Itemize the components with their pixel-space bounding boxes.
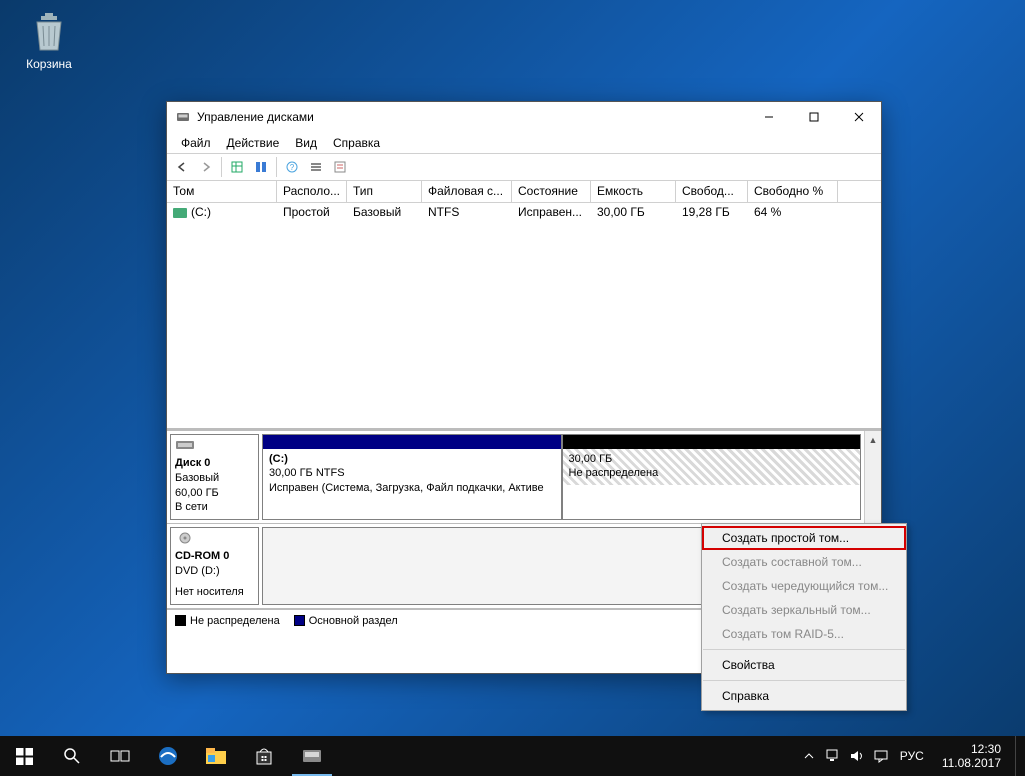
toolbar-list-icon[interactable] <box>305 156 327 178</box>
disk-size: 60,00 ГБ <box>175 486 254 501</box>
recycle-bin-icon <box>27 10 71 54</box>
start-button[interactable] <box>0 736 48 776</box>
disk-name: CD-ROM 0 <box>175 549 254 564</box>
volume-icon <box>173 208 187 218</box>
col-type[interactable]: Тип <box>347 181 422 202</box>
show-desktop-button[interactable] <box>1015 736 1021 776</box>
toolbar-views-icon[interactable] <box>226 156 248 178</box>
menu-bar: Файл Действие Вид Справка <box>167 132 881 153</box>
partition-unallocated[interactable]: 30,00 ГБ Не распределена <box>562 434 862 520</box>
forward-button[interactable] <box>195 156 217 178</box>
toolbar: ? <box>167 153 881 181</box>
column-headers: Том Располо... Тип Файловая с... Состоян… <box>167 181 881 203</box>
close-button[interactable] <box>836 103 881 132</box>
col-status[interactable]: Состояние <box>512 181 591 202</box>
partition-primary[interactable]: (C:) 30,00 ГБ NTFS Исправен (Система, За… <box>262 434 562 520</box>
tray-notifications-icon[interactable] <box>872 736 890 776</box>
maximize-button[interactable] <box>791 103 836 132</box>
cell-freepct: 64 % <box>748 205 838 219</box>
col-freepct[interactable]: Свободно % <box>748 181 838 202</box>
part-size: 30,00 ГБ NTFS <box>269 466 555 480</box>
tray-volume-icon[interactable] <box>848 736 866 776</box>
disk-row-0: Диск 0 Базовый 60,00 ГБ В сети (C:) 30,0… <box>167 431 864 524</box>
disk-info[interactable]: CD-ROM 0 DVD (D:) Нет носителя <box>170 527 259 604</box>
tray-chevron-up-icon[interactable] <box>800 736 818 776</box>
system-tray: РУС 12:30 11.08.2017 <box>800 736 1025 776</box>
part-label: (C:) <box>269 452 555 466</box>
menu-separator <box>703 649 905 650</box>
scroll-up-icon[interactable]: ▲ <box>865 431 881 448</box>
taskbar-store[interactable] <box>240 736 288 776</box>
tray-clock[interactable]: 12:30 11.08.2017 <box>934 742 1009 771</box>
volume-list: Том Располо... Тип Файловая с... Состоян… <box>167 181 881 428</box>
col-free[interactable]: Свобод... <box>676 181 748 202</box>
clock-time: 12:30 <box>942 742 1001 756</box>
volume-row[interactable]: (C:) Простой Базовый NTFS Исправен... 30… <box>167 203 881 221</box>
disk-icon <box>175 439 195 451</box>
disk-kind: DVD (D:) <box>175 564 254 579</box>
toolbar-help-icon[interactable]: ? <box>281 156 303 178</box>
svg-text:?: ? <box>290 163 295 172</box>
cell-status: Исправен... <box>512 205 591 219</box>
legend-primary: Основной раздел <box>309 615 398 627</box>
cell-layout: Простой <box>277 205 347 219</box>
cell-free: 19,28 ГБ <box>676 205 748 219</box>
disk-info[interactable]: Диск 0 Базовый 60,00 ГБ В сети <box>170 434 259 520</box>
search-button[interactable] <box>48 736 96 776</box>
menu-help[interactable]: Справка <box>702 684 906 708</box>
part-status: Не распределена <box>569 466 855 480</box>
menu-separator <box>703 680 905 681</box>
menu-view[interactable]: Вид <box>287 134 325 152</box>
menu-create-mirrored-volume: Создать зеркальный том... <box>702 598 906 622</box>
tray-language[interactable]: РУС <box>896 736 928 776</box>
menu-create-spanned-volume: Создать составной том... <box>702 550 906 574</box>
window-title: Управление дисками <box>197 110 746 124</box>
taskbar-edge[interactable] <box>144 736 192 776</box>
col-volume[interactable]: Том <box>167 181 277 202</box>
part-size: 30,00 ГБ <box>569 452 855 466</box>
titlebar[interactable]: Управление дисками <box>167 102 881 132</box>
menu-create-simple-volume[interactable]: Создать простой том... <box>702 526 906 550</box>
part-status: Исправен (Система, Загрузка, Файл подкач… <box>269 481 555 495</box>
context-menu: Создать простой том... Создать составной… <box>701 523 907 711</box>
legend-swatch-primary <box>294 615 305 626</box>
back-button[interactable] <box>171 156 193 178</box>
clock-date: 11.08.2017 <box>942 756 1001 770</box>
legend-unallocated: Не распределена <box>190 615 280 627</box>
refresh-button[interactable] <box>250 156 272 178</box>
menu-create-raid5-volume: Создать том RAID-5... <box>702 622 906 646</box>
disk-state: В сети <box>175 500 254 515</box>
disk-state: Нет носителя <box>175 585 254 600</box>
cell-fs: NTFS <box>422 205 512 219</box>
legend-swatch-unallocated <box>175 615 186 626</box>
disk-name: Диск 0 <box>175 456 254 471</box>
cell-volume: (C:) <box>191 205 211 219</box>
minimize-button[interactable] <box>746 103 791 132</box>
recycle-bin[interactable]: Корзина <box>12 10 86 71</box>
taskbar-disk-management[interactable] <box>288 736 336 776</box>
menu-properties[interactable]: Свойства <box>702 653 906 677</box>
menu-file[interactable]: Файл <box>173 134 219 152</box>
menu-help[interactable]: Справка <box>325 134 388 152</box>
toolbar-properties-icon[interactable] <box>329 156 351 178</box>
taskbar-file-explorer[interactable] <box>192 736 240 776</box>
app-icon <box>175 109 191 125</box>
disk-kind: Базовый <box>175 471 254 486</box>
col-layout[interactable]: Располо... <box>277 181 347 202</box>
dvd-icon <box>175 532 195 544</box>
col-fs[interactable]: Файловая с... <box>422 181 512 202</box>
col-capacity[interactable]: Емкость <box>591 181 676 202</box>
menu-action[interactable]: Действие <box>219 134 288 152</box>
taskbar: РУС 12:30 11.08.2017 <box>0 736 1025 776</box>
task-view-button[interactable] <box>96 736 144 776</box>
recycle-bin-label: Корзина <box>12 57 86 71</box>
menu-create-striped-volume: Создать чередующийся том... <box>702 574 906 598</box>
cell-capacity: 30,00 ГБ <box>591 205 676 219</box>
tray-network-icon[interactable] <box>824 736 842 776</box>
cell-type: Базовый <box>347 205 422 219</box>
